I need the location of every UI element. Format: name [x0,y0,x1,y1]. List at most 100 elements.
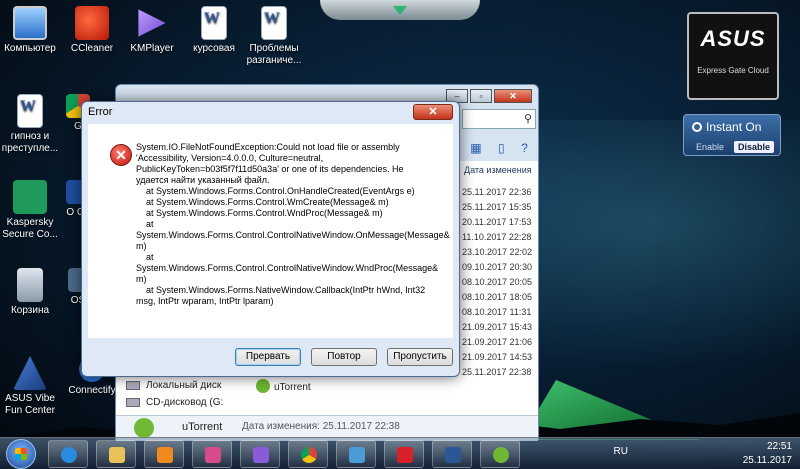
media-player-icon [157,447,173,463]
desktop-icon-label: Корзина [10,305,50,316]
kaspersky-icon [13,180,47,214]
date-column: 25.11.2017 22:36 25.11.2017 15:35 20.11.… [462,185,532,380]
desktop-icon-label: Kaspersky Secure Co... [2,217,58,240]
desktop-icon-computer[interactable]: Компьютер [0,6,64,55]
asus-vibe-icon [13,356,47,390]
desktop-icon-gipnoz[interactable]: гипноз и преступле... [0,94,64,155]
taskbar-kmplayer[interactable] [240,440,280,468]
desktop-icon-label: Компьютер [4,43,56,54]
language-indicator[interactable]: RU [614,446,628,457]
kaspersky-icon [397,447,413,463]
dialog-buttons: Прервать Повтор Пропустить [235,348,453,366]
utorrent-icon [134,418,154,438]
details-pane: uTorrent Дата изменения: 25.11.2017 22:3… [116,415,538,439]
abort-button[interactable]: Прервать [235,348,301,366]
maximize-button[interactable]: ▫ [470,89,492,103]
taskbar-ie[interactable] [48,440,88,468]
desktop-icon-problemy[interactable]: Проблемы разганиче... [240,6,308,67]
desktop-icon-label: CCleaner [70,43,114,54]
word-document-icon [261,6,287,40]
nav-item-cd-drive[interactable]: CD-дисковод (G: [116,394,266,411]
app-icon [349,447,365,463]
utorrent-icon [256,379,270,393]
taskbar-paint[interactable] [192,440,232,468]
dialog-titlebar[interactable]: Error ✕ [82,102,459,124]
date-cell: 08.10.2017 20:05 [462,277,533,287]
desktop-icon-kursovaya[interactable]: курсовая [180,6,248,55]
enable-button[interactable]: Enable [692,141,728,153]
preview-pane-icon[interactable]: ▯ [498,141,505,155]
nav-label: CD-дисковод (G: [146,397,224,408]
taskbar-media-player[interactable] [144,440,184,468]
close-button[interactable]: ✕ [494,89,532,103]
asus-express-gate-gadget[interactable]: ASUS Express Gate Cloud [687,12,779,100]
disable-button[interactable]: Disable [734,141,775,153]
date-cell: 09.10.2017 20:30 [462,262,533,272]
desktop-icon-label: гипноз и преступле... [1,131,59,154]
navigation-pane: Локальный диск CD-дисковод (G: [116,377,266,417]
date-cell: 21.09.2017 14:53 [462,352,533,362]
taskbar-word[interactable] [432,440,472,468]
search-icon: ⚲ [523,113,532,125]
details-file-name: uTorrent [182,421,223,433]
date-cell: 21.09.2017 21:06 [462,337,533,347]
top-gadget[interactable] [320,0,480,20]
desktop-icon-asus-vibe[interactable]: ASUS Vibe Fun Center [0,356,64,417]
nav-label: Локальный диск [146,380,222,391]
desktop-icon-ccleaner[interactable]: CCleaner [58,6,126,55]
retry-button[interactable]: Повтор [311,348,377,366]
date-cell: 25.11.2017 15:35 [462,202,532,212]
date-cell: 23.10.2017 22:02 [462,247,533,257]
instant-on-title: Instant On [692,120,761,134]
date-cell: 20.11.2017 17:53 [462,217,532,227]
date-cell: 08.10.2017 18:05 [462,292,533,302]
file-item-utorrent[interactable]: uTorrent [256,379,456,399]
column-header-date[interactable]: Дата изменения [462,161,534,179]
details-modified-date: Дата изменения: 25.11.2017 22:38 [242,421,400,432]
recycle-bin-icon [17,268,43,302]
clock[interactable]: 22:51 25.11.2017 [743,440,792,468]
folder-icon [109,447,125,463]
dialog-close-button[interactable]: ✕ [413,104,453,120]
windows-logo-icon [15,448,27,460]
dialog-title: Error [88,106,113,118]
desktop-icon-kaspersky[interactable]: Kaspersky Secure Co... [0,180,64,241]
ignore-button[interactable]: Пропустить [387,348,453,366]
desktop-icon-label: KMPlayer [130,43,174,54]
paint-icon [205,447,221,463]
taskbar-utorrent[interactable] [480,440,520,468]
view-options-icon[interactable]: ▦ [470,141,481,155]
desktop-icon-kmplayer[interactable]: KMPlayer [118,6,186,55]
instant-on-widget: Instant On Enable Disable [683,114,781,156]
taskbar-chrome[interactable] [288,440,328,468]
word-icon [445,447,461,463]
desktop-icon-recycle-bin[interactable]: Корзина [0,268,64,317]
chevron-down-icon [393,6,407,15]
help-icon[interactable]: ? [521,141,528,155]
word-document-icon [201,6,227,40]
dialog-body: ✕ System.IO.FileNotFoundException:Could … [88,124,453,338]
error-message: System.IO.FileNotFoundException:Could no… [136,142,450,306]
utorrent-icon [493,447,509,463]
nav-item-local-disk[interactable]: Локальный диск [116,377,266,394]
kmplayer-icon [253,447,269,463]
taskbar-explorer[interactable] [96,440,136,468]
start-button[interactable] [6,439,36,469]
desktop-icon-label: курсовая [193,43,235,54]
date-cell: 21.09.2017 15:43 [462,322,533,332]
word-document-icon [17,94,43,128]
ccleaner-icon [75,6,109,40]
cd-drive-icon [126,398,140,407]
error-icon: ✕ [110,144,132,166]
desktop-icon-label: Проблемы разганиче... [246,43,302,66]
search-input[interactable]: ⚲ [462,109,536,129]
date-cell: 25.11.2017 22:38 [462,367,532,377]
computer-icon [13,6,47,40]
view-toolbar: ▦ ▯ ? [462,137,536,159]
taskbar-app[interactable] [336,440,376,468]
desktop-icon-label: ASUS Vibe Fun Center [4,393,56,416]
taskbar-kaspersky[interactable] [384,440,424,468]
instant-on-label: Instant On [706,120,762,134]
asus-logo: ASUS [700,26,766,51]
file-name: uTorrent [274,382,311,393]
